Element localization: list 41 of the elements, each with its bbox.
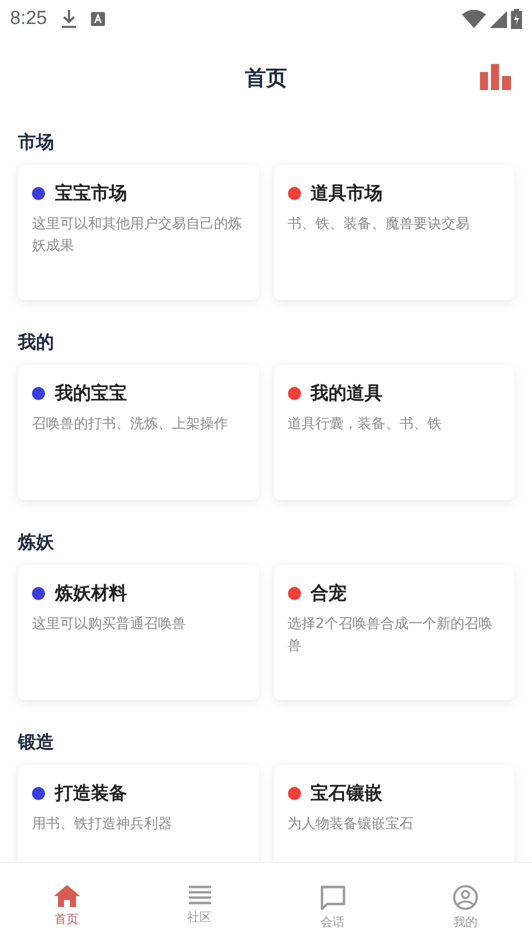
section-title: 炼妖: [18, 530, 55, 554]
battery-icon: [511, 9, 522, 29]
feature-card[interactable]: 宝宝市场 这里可以和其他用户交易自己的炼妖成果: [18, 165, 258, 300]
card-description: 这里可以和其他用户交易自己的炼妖成果: [32, 215, 243, 256]
section-title: 锻造: [18, 730, 55, 754]
card-description: 为人物装备镶嵌宝石: [288, 815, 414, 834]
feature-card[interactable]: 炼妖材料 这里可以购买普通召唤兽: [18, 565, 258, 700]
section-title: 市场: [18, 130, 55, 154]
card-description: 这里可以购买普通召唤兽: [32, 615, 187, 634]
section-title: 我的: [18, 330, 55, 354]
chat-bubble-icon: [320, 885, 346, 910]
card-description: 用书、铁打造神兵利器: [32, 815, 173, 834]
feature-card[interactable]: 我的宝宝 召唤兽的打书、洗炼、上架操作: [18, 365, 258, 500]
card-description: 召唤兽的打书、洗炼、上架操作: [32, 415, 229, 434]
page-title: 首页: [245, 65, 287, 92]
card-description: 选择2个召唤兽合成一个新的召唤兽: [288, 615, 494, 656]
card-title: 宝宝市场: [55, 182, 127, 205]
card-title: 炼妖材料: [55, 582, 127, 605]
feature-card[interactable]: 道具市场 书、铁、装备、魔兽要诀交易: [274, 165, 514, 300]
card-title: 我的道具: [310, 382, 382, 405]
home-icon: [54, 885, 80, 907]
card-description: 书、铁、装备、魔兽要诀交易: [288, 215, 470, 234]
bar-chart-icon[interactable]: [480, 64, 511, 90]
card-description: 道具行囊，装备、书、铁: [288, 415, 442, 434]
card-title: 宝石镶嵌: [310, 782, 382, 805]
status-time: 8:25: [10, 8, 47, 30]
feature-card[interactable]: 宝石镶嵌 为人物装备镶嵌宝石: [274, 765, 514, 862]
feature-card[interactable]: 我的道具 道具行囊，装备、书、铁: [274, 365, 514, 500]
card-title: 道具市场: [310, 182, 382, 205]
signal-icon: [490, 10, 507, 28]
card-title: 合宠: [310, 582, 346, 605]
feature-card[interactable]: 打造装备 用书、铁打造神兵利器: [18, 765, 258, 862]
nav-tab[interactable]: 首页: [0, 863, 133, 947]
menu-icon: [188, 885, 210, 905]
wifi-icon: [462, 10, 486, 28]
profile-icon: [453, 885, 478, 910]
keyboard-icon: [90, 12, 105, 26]
feature-card[interactable]: 合宠 选择2个召唤兽合成一个新的召唤兽: [274, 565, 514, 700]
download-icon: [60, 10, 77, 28]
card-title: 打造装备: [55, 782, 127, 805]
card-title: 我的宝宝: [55, 382, 127, 405]
